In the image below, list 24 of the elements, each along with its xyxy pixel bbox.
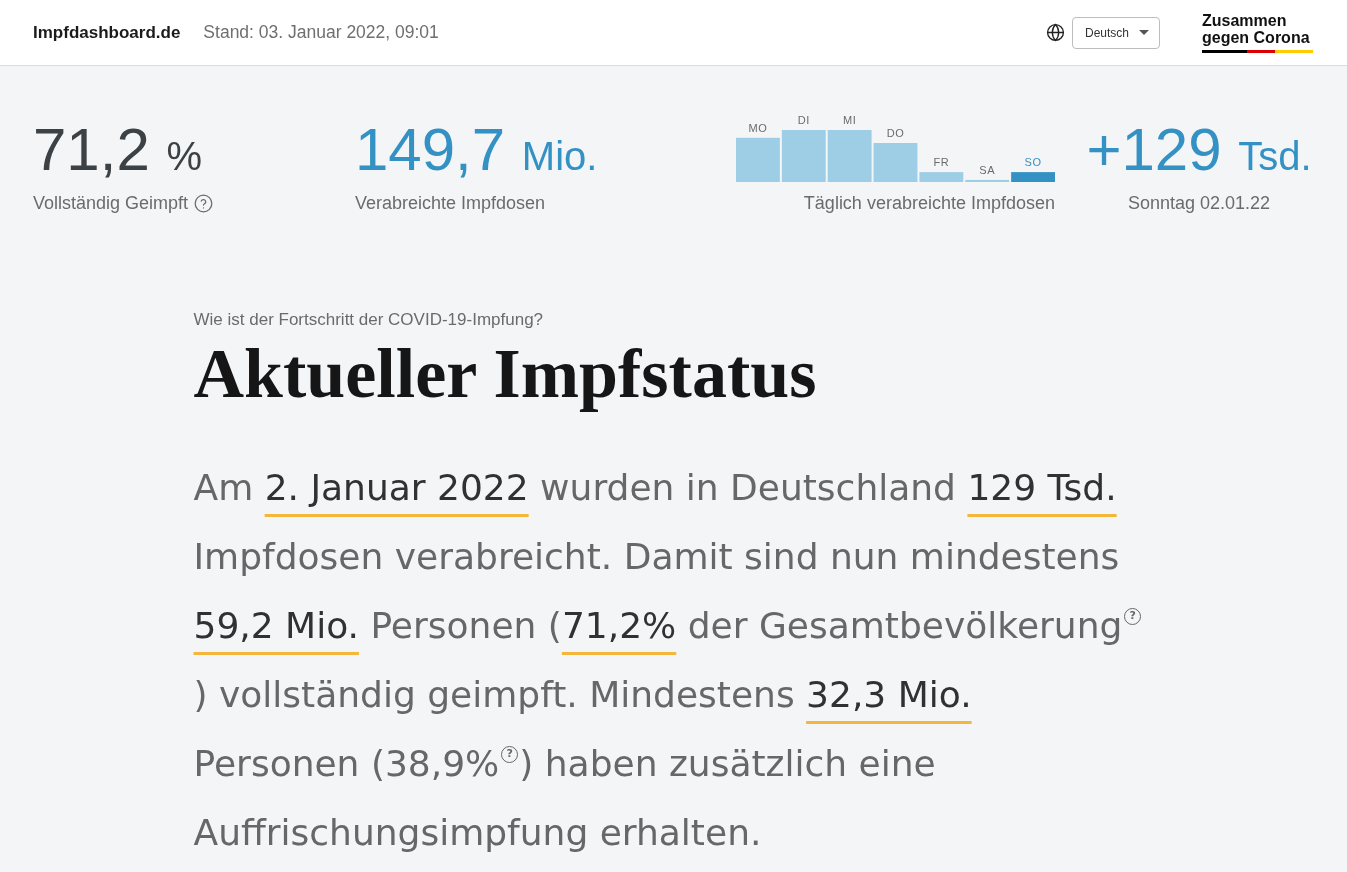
caret-icon xyxy=(1139,30,1149,35)
day-label: DI xyxy=(797,114,810,126)
logo-wordmark[interactable]: Zusammen gegen Corona xyxy=(1202,12,1313,46)
globe-icon xyxy=(1046,23,1065,42)
day-label: FR xyxy=(933,156,950,169)
day-label: MI xyxy=(842,114,857,126)
figure-value: 149,7 Mio. xyxy=(355,120,598,185)
day-label: DO xyxy=(886,127,905,139)
day-label: MO xyxy=(748,121,768,134)
section-kicker: Wie ist der Fortschritt der COVID-19-Impfung? xyxy=(193,310,545,330)
figure-label: Verabreichte Impfdosen xyxy=(355,193,546,213)
figure-value: 71,2 % xyxy=(33,120,203,185)
update-timestamp: Stand: 03. Januar 2022, 09:01 xyxy=(203,22,439,43)
figure-label: Sonntag 02.01.22 xyxy=(1127,193,1271,213)
chart-caption: Täglich verabreichte Impfdosen xyxy=(803,193,1055,213)
day-label: SA xyxy=(979,163,996,176)
site-name-link[interactable]: Impfdashboard.de xyxy=(33,22,181,43)
status-summary: Am 2. Januar 2022 wurden in Deutschland 129 Tsd. Impfdosen verabreicht. Damit sind nun mindestens 59,2 Mio. Personen (71,2% der Gesamtbevölkerung ? ) vollständig geimpft. Mindestens 32,3 Mio. Personen (38,9% ? ) haben zusätzlich eine Auffrischungsimpfung erhalten. xyxy=(193,453,1146,867)
figure-label: Vollständig Geimpft xyxy=(33,193,189,213)
language-select[interactable]: Deutsch xyxy=(1072,16,1160,49)
help-icon[interactable] xyxy=(194,193,214,213)
day-label: SO xyxy=(1024,156,1042,169)
figure-value: +129 Tsd. xyxy=(1086,120,1312,185)
flag-stripe-icon xyxy=(1202,50,1313,53)
